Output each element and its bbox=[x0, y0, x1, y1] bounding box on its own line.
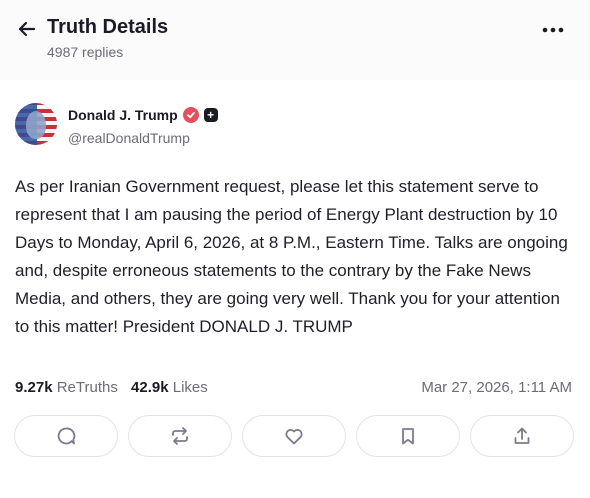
likes-count[interactable]: 42.9k bbox=[131, 379, 169, 396]
plus-badge-icon: + bbox=[203, 108, 218, 122]
bookmark-icon bbox=[402, 428, 414, 445]
bookmark-button[interactable] bbox=[356, 415, 460, 457]
comment-icon bbox=[57, 427, 76, 445]
more-horizontal-icon bbox=[542, 27, 564, 33]
author-row: Donald J. Trump + bbox=[68, 107, 218, 123]
avatar[interactable] bbox=[15, 103, 57, 145]
like-button[interactable] bbox=[242, 415, 346, 457]
post-text: As per Iranian Government request, pleas… bbox=[15, 177, 568, 336]
page-header: Truth Details 4987 replies bbox=[0, 0, 590, 80]
back-button[interactable] bbox=[14, 16, 40, 42]
verified-badge-icon bbox=[182, 107, 199, 123]
post-timestamp: Mar 27, 2026, 1:11 AM bbox=[421, 379, 572, 396]
author-handle[interactable]: @realDonaldTrump bbox=[68, 130, 190, 146]
arrow-left-icon bbox=[18, 21, 36, 37]
repost-icon bbox=[172, 427, 188, 445]
reply-button[interactable] bbox=[14, 415, 118, 457]
share-button[interactable] bbox=[470, 415, 574, 457]
page-title: Truth Details bbox=[47, 16, 169, 38]
likes-label[interactable]: Likes bbox=[173, 379, 208, 396]
retruths-count[interactable]: 9.27k bbox=[15, 379, 53, 396]
author-name[interactable]: Donald J. Trump bbox=[68, 107, 178, 123]
share-icon bbox=[514, 427, 530, 444]
replies-count: 4987 replies bbox=[47, 44, 124, 60]
retruth-button[interactable] bbox=[128, 415, 232, 457]
post-stats: 9.27k ReTruths 42.9k Likes bbox=[15, 379, 208, 396]
heart-icon bbox=[285, 429, 303, 445]
retruths-label[interactable]: ReTruths bbox=[57, 379, 118, 396]
more-options-button[interactable] bbox=[538, 18, 568, 42]
